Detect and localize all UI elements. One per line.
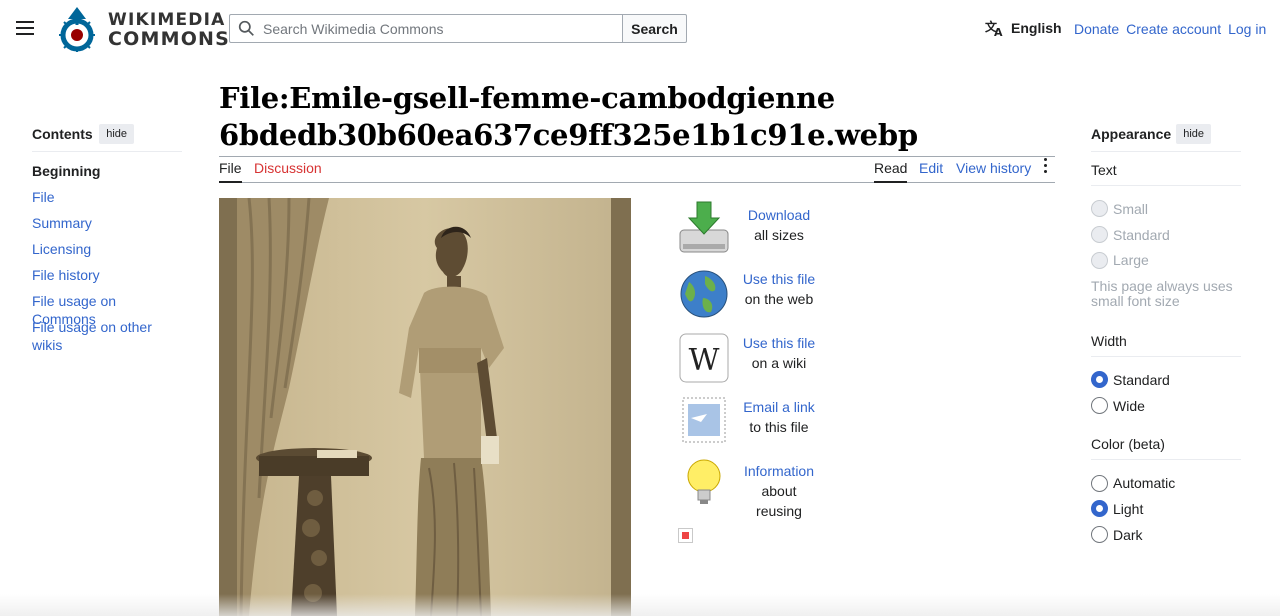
download-icon[interactable]: [677, 200, 731, 256]
file-actions: Download all sizes Use this file on the …: [677, 200, 837, 520]
action-email: Email a link to this file: [677, 392, 837, 456]
action-download: Download all sizes: [677, 200, 837, 264]
search-box: [229, 14, 622, 43]
toc-item-file-usage-other-wikis[interactable]: File usage on other wikis: [32, 318, 182, 353]
action-use-wiki: W Use this file on a wiki: [677, 328, 837, 392]
wikipedia-icon[interactable]: W: [677, 328, 731, 384]
width-section-label: Width: [1091, 323, 1241, 358]
color-option-dark[interactable]: Dark: [1091, 522, 1241, 548]
svg-text:A: A: [994, 26, 1003, 37]
cambodian-woman-photo: [219, 198, 631, 616]
information-link[interactable]: Information: [744, 463, 814, 479]
radio-selected-icon: [1091, 371, 1108, 389]
radio-icon: [1091, 474, 1108, 492]
radio-icon: [1091, 397, 1108, 415]
toc-hide-button[interactable]: hide: [99, 124, 134, 144]
radio-icon: [1091, 526, 1108, 544]
table-of-contents: Contents hide Beginning File Summary Lic…: [32, 124, 182, 353]
toc-item-licensing[interactable]: Licensing: [32, 240, 182, 266]
toc-item-file[interactable]: File: [32, 188, 182, 214]
toc-item-file-usage-commons[interactable]: File usage on Commons: [32, 292, 182, 327]
lightbulb-icon[interactable]: [677, 456, 731, 512]
search-icon: [238, 20, 254, 36]
radio-icon: [1091, 200, 1108, 218]
svg-text:W: W: [689, 343, 720, 378]
main-menu-button[interactable]: [16, 18, 38, 38]
text-option-small[interactable]: Small: [1091, 196, 1241, 222]
width-option-wide[interactable]: Wide: [1091, 393, 1241, 419]
logo-wordmark-line1: WIKIMEDIA: [108, 10, 226, 30]
color-section-label: Color (beta): [1091, 426, 1241, 461]
donate-link[interactable]: Donate: [1074, 21, 1119, 37]
tab-file[interactable]: File: [219, 160, 242, 183]
text-option-standard[interactable]: Standard: [1091, 222, 1241, 248]
download-sub: all sizes: [754, 227, 804, 243]
log-in-link[interactable]: Log in: [1228, 21, 1266, 37]
action-information: Information about reusing: [677, 456, 837, 520]
radio-selected-icon: [1091, 500, 1108, 518]
commons-logo[interactable]: WIKIMEDIA COMMONS: [58, 5, 229, 53]
text-section-label: Text: [1091, 152, 1241, 186]
tab-discussion[interactable]: Discussion: [254, 160, 322, 181]
search-form: Search: [229, 14, 687, 43]
hamburger-icon: [16, 21, 34, 23]
logo-wordmark-line2: COMMONS: [108, 28, 231, 50]
use-wiki-link[interactable]: Use this file: [743, 335, 815, 351]
appearance-title: Appearance: [1091, 126, 1172, 142]
text-option-large[interactable]: Large: [1091, 247, 1241, 273]
page-title: File:Emile-gsell-femme-cambodgienne 6bde…: [219, 80, 1055, 157]
action-use-web: Use this file on the web: [677, 264, 837, 328]
toc-item-file-history[interactable]: File history: [32, 266, 182, 292]
width-option-standard[interactable]: Standard: [1091, 367, 1241, 393]
commons-logo-icon: [59, 7, 95, 52]
color-option-automatic[interactable]: Automatic: [1091, 470, 1241, 496]
language-selector[interactable]: 文A English: [985, 19, 1062, 37]
radio-icon: [1091, 251, 1108, 269]
use-wiki-sub: on a wiki: [751, 355, 807, 371]
page-tabs: File Discussion Read Edit View history: [219, 153, 1055, 183]
language-label: English: [1011, 20, 1062, 36]
globe-icon[interactable]: [677, 264, 731, 320]
information-sub: about reusing: [756, 483, 802, 519]
search-button[interactable]: Search: [622, 14, 687, 43]
bottom-fade: [0, 594, 1280, 616]
file-preview-image[interactable]: [219, 198, 631, 616]
radio-icon: [1091, 226, 1108, 244]
download-link[interactable]: Download: [748, 207, 810, 223]
tab-edit[interactable]: Edit: [919, 160, 943, 181]
text-note: This page always uses small font size: [1091, 278, 1233, 310]
tab-read[interactable]: Read: [874, 160, 908, 183]
email-icon[interactable]: [677, 392, 731, 448]
email-sub: to this file: [749, 419, 809, 435]
tab-view-history[interactable]: View history: [956, 160, 1031, 181]
email-link[interactable]: Email a link: [743, 399, 815, 415]
toc-item-summary[interactable]: Summary: [32, 214, 182, 240]
appearance-hide-button[interactable]: hide: [1176, 124, 1211, 144]
user-links: Donate Create account Log in: [1074, 21, 1266, 37]
appearance-panel: Appearance hide Text Small Standard Larg…: [1091, 124, 1241, 548]
language-icon: 文A: [985, 19, 1003, 37]
use-web-sub: on the web: [744, 291, 814, 307]
use-web-link[interactable]: Use this file: [743, 271, 815, 287]
broken-image-icon: [678, 528, 693, 543]
toc-title: Contents: [32, 126, 93, 142]
search-input[interactable]: [263, 20, 622, 37]
more-tools-icon[interactable]: [1044, 158, 1048, 176]
create-account-link[interactable]: Create account: [1126, 21, 1221, 37]
color-option-light[interactable]: Light: [1091, 496, 1241, 522]
toc-item-beginning[interactable]: Beginning: [32, 162, 182, 188]
